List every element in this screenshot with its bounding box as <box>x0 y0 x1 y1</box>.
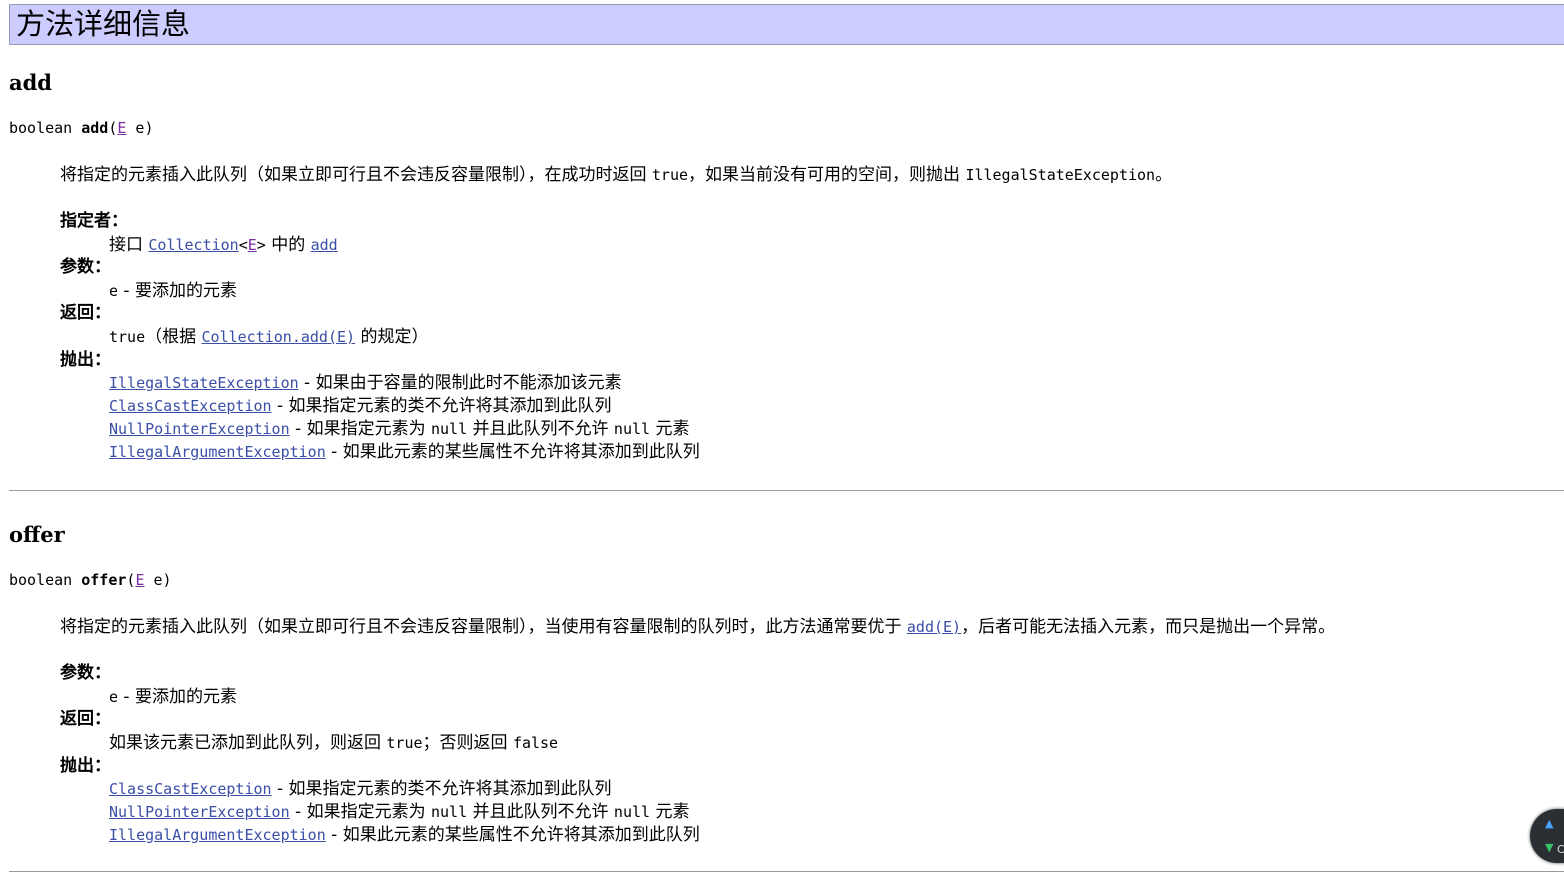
add-e-link[interactable]: add(E) <box>907 618 961 636</box>
collection-add-link[interactable]: add <box>311 236 338 254</box>
divider <box>9 490 1564 491</box>
specified-by-label: 指定者： <box>60 211 128 231</box>
specified-by-value: 接口 Collection<E> 中的 add <box>109 235 338 255</box>
throws-item: NullPointerException - 如果指定元素为 null 并且此队… <box>109 419 690 439</box>
throws-item: IllegalArgumentException - 如果此元素的某些属性不允许… <box>109 825 700 845</box>
throws-item: IllegalArgumentException - 如果此元素的某些属性不允许… <box>109 442 700 462</box>
returns-value: 如果该元素已添加到此队列，则返回 true；否则返回 false <box>109 733 559 753</box>
method-signature-add: boolean add(E e) <box>9 119 154 137</box>
returns-label: 返回： <box>60 303 111 323</box>
throws-item: IllegalStateException - 如果由于容量的限制此时不能添加该… <box>109 373 622 393</box>
method-heading-offer: offer <box>9 522 65 547</box>
scroll-widget-label: C <box>1557 843 1564 856</box>
throws-label: 抛出： <box>60 350 111 370</box>
class-cast-exception-link[interactable]: ClassCastException <box>109 780 272 798</box>
returns-value: true（根据 Collection.add(E) 的规定） <box>109 327 429 347</box>
throws-item: ClassCastException - 如果指定元素的类不允许将其添加到此队列 <box>109 779 612 799</box>
scroll-down-icon[interactable]: ▼ <box>1545 842 1553 853</box>
null-pointer-exception-link[interactable]: NullPointerException <box>109 420 290 438</box>
params-label: 参数： <box>60 257 111 277</box>
illegal-argument-exception-link[interactable]: IllegalArgumentException <box>109 826 326 844</box>
scroll-up-icon[interactable]: ▲ <box>1545 818 1553 829</box>
throws-item: ClassCastException - 如果指定元素的类不允许将其添加到此队列 <box>109 396 612 416</box>
class-cast-exception-link[interactable]: ClassCastException <box>109 397 272 415</box>
param-item: e - 要添加的元素 <box>109 687 237 707</box>
params-label: 参数： <box>60 663 111 683</box>
param-item: e - 要添加的元素 <box>109 281 237 301</box>
returns-label: 返回： <box>60 709 111 729</box>
section-title: 方法详细信息 <box>16 7 191 41</box>
illegal-argument-exception-link[interactable]: IllegalArgumentException <box>109 443 326 461</box>
section-header-bar: 方法详细信息 <box>9 4 1564 45</box>
scroll-widget[interactable]: ▲ ▼ C <box>1530 809 1564 863</box>
collection-add-e-link[interactable]: Collection.add(E) <box>202 328 356 346</box>
method-heading-add: add <box>9 70 52 95</box>
throws-item: NullPointerException - 如果指定元素为 null 并且此队… <box>109 802 690 822</box>
method-description-add: 将指定的元素插入此队列（如果立即可行且不会违反容量限制），在成功时返回 true… <box>60 165 1173 185</box>
null-pointer-exception-link[interactable]: NullPointerException <box>109 803 290 821</box>
divider <box>9 871 1564 872</box>
method-description-offer: 将指定的元素插入此队列（如果立即可行且不会违反容量限制），当使用有容量限制的队列… <box>60 617 1336 637</box>
throws-label: 抛出： <box>60 756 111 776</box>
method-signature-offer: boolean offer(E e) <box>9 571 172 589</box>
type-param-link-E[interactable]: E <box>248 236 257 254</box>
illegal-state-exception-link[interactable]: IllegalStateException <box>109 374 299 392</box>
collection-interface-link[interactable]: Collection <box>148 236 238 254</box>
